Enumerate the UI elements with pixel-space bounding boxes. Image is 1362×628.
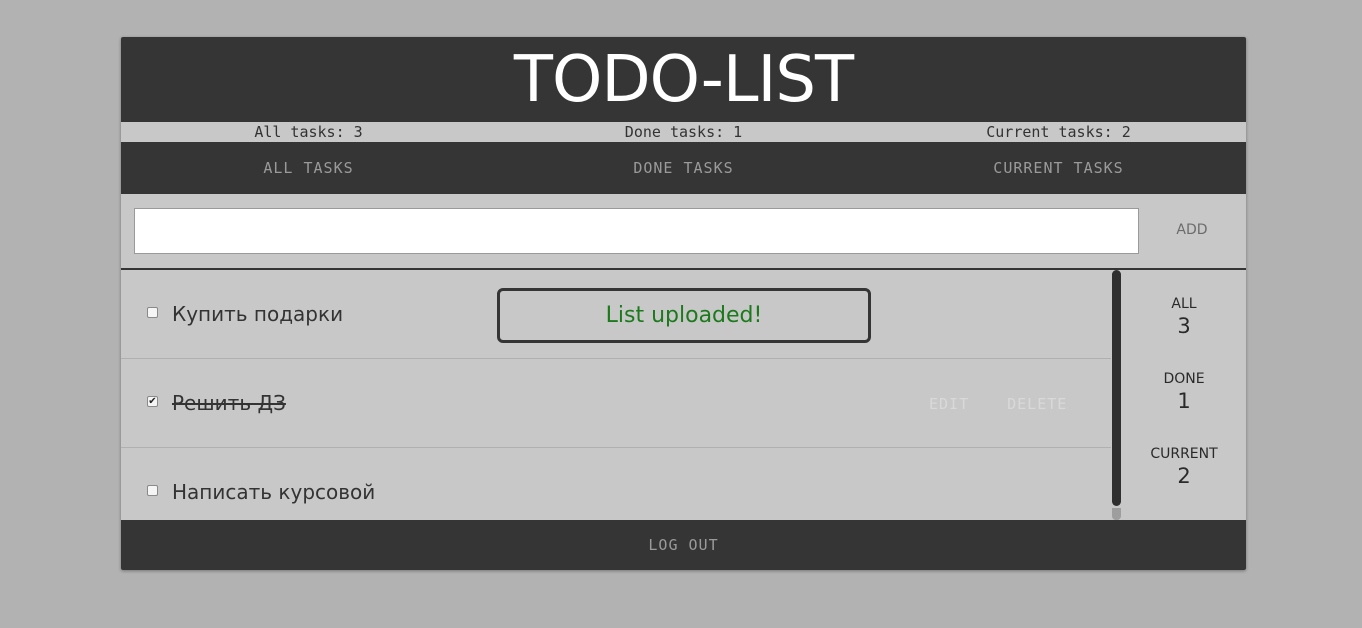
delete-button[interactable]: DELETE [1007,395,1067,413]
filter-tabs: ALL TASKS DONE TASKS CURRENT TASKS [121,142,1246,194]
task-item: ✔ Решить ДЗ EDIT DELETE [121,359,1111,448]
add-button[interactable]: ADD [1161,222,1223,238]
upload-toast: List uploaded! [497,288,871,343]
app-title: TODO-LIST [513,42,854,117]
add-task-row: ADD [121,194,1246,270]
stat-all-tasks: All tasks: 3 [254,123,363,141]
counter-all: ALL 3 [1122,296,1246,338]
task-list[interactable]: Купить подарки ✔ Решить ДЗ EDIT DELETE На… [121,270,1111,520]
app-footer: LOG OUT [121,520,1246,570]
counter-all-value: 3 [1177,314,1191,338]
counter-done-value: 1 [1177,389,1191,413]
tab-current-tasks[interactable]: CURRENT TASKS [871,159,1246,177]
task-title: Купить подарки [172,302,344,326]
stat-current-tasks: Current tasks: 2 [986,123,1131,141]
edit-button[interactable]: EDIT [929,395,969,413]
logout-button[interactable]: LOG OUT [648,536,718,554]
tab-all-tasks[interactable]: ALL TASKS [121,159,496,177]
todo-app: TODO-LIST All tasks: 3 Done tasks: 1 Cur… [121,37,1246,570]
task-list-area: Купить подарки ✔ Решить ДЗ EDIT DELETE На… [121,270,1246,520]
task-checkbox[interactable]: ✔ [147,396,158,407]
counter-current-value: 2 [1177,464,1191,488]
new-task-input[interactable] [134,208,1139,254]
scroll-down-arrow-icon[interactable] [1112,508,1121,520]
scrollbar-thumb[interactable] [1112,270,1121,506]
app-header: TODO-LIST [121,37,1246,122]
task-checkbox[interactable] [147,485,158,496]
stats-bar: All tasks: 3 Done tasks: 1 Current tasks… [121,122,1246,142]
task-checkbox[interactable] [147,307,158,318]
counter-done: DONE 1 [1122,371,1246,413]
task-title: Написать курсовой [172,480,376,504]
task-list-scrollbar[interactable] [1111,270,1122,520]
counter-all-label: ALL [1171,296,1197,312]
task-title: Решить ДЗ [172,391,286,415]
stat-done-tasks: Done tasks: 1 [624,123,743,141]
counters-panel: ALL 3 DONE 1 CURRENT 2 [1122,270,1246,520]
task-actions: EDIT DELETE [929,395,1105,413]
tab-done-tasks[interactable]: DONE TASKS [496,159,871,177]
task-item: Написать курсовой [121,448,1111,520]
counter-current-label: CURRENT [1150,446,1218,462]
counter-current: CURRENT 2 [1122,446,1246,488]
counter-done-label: DONE [1163,371,1205,387]
